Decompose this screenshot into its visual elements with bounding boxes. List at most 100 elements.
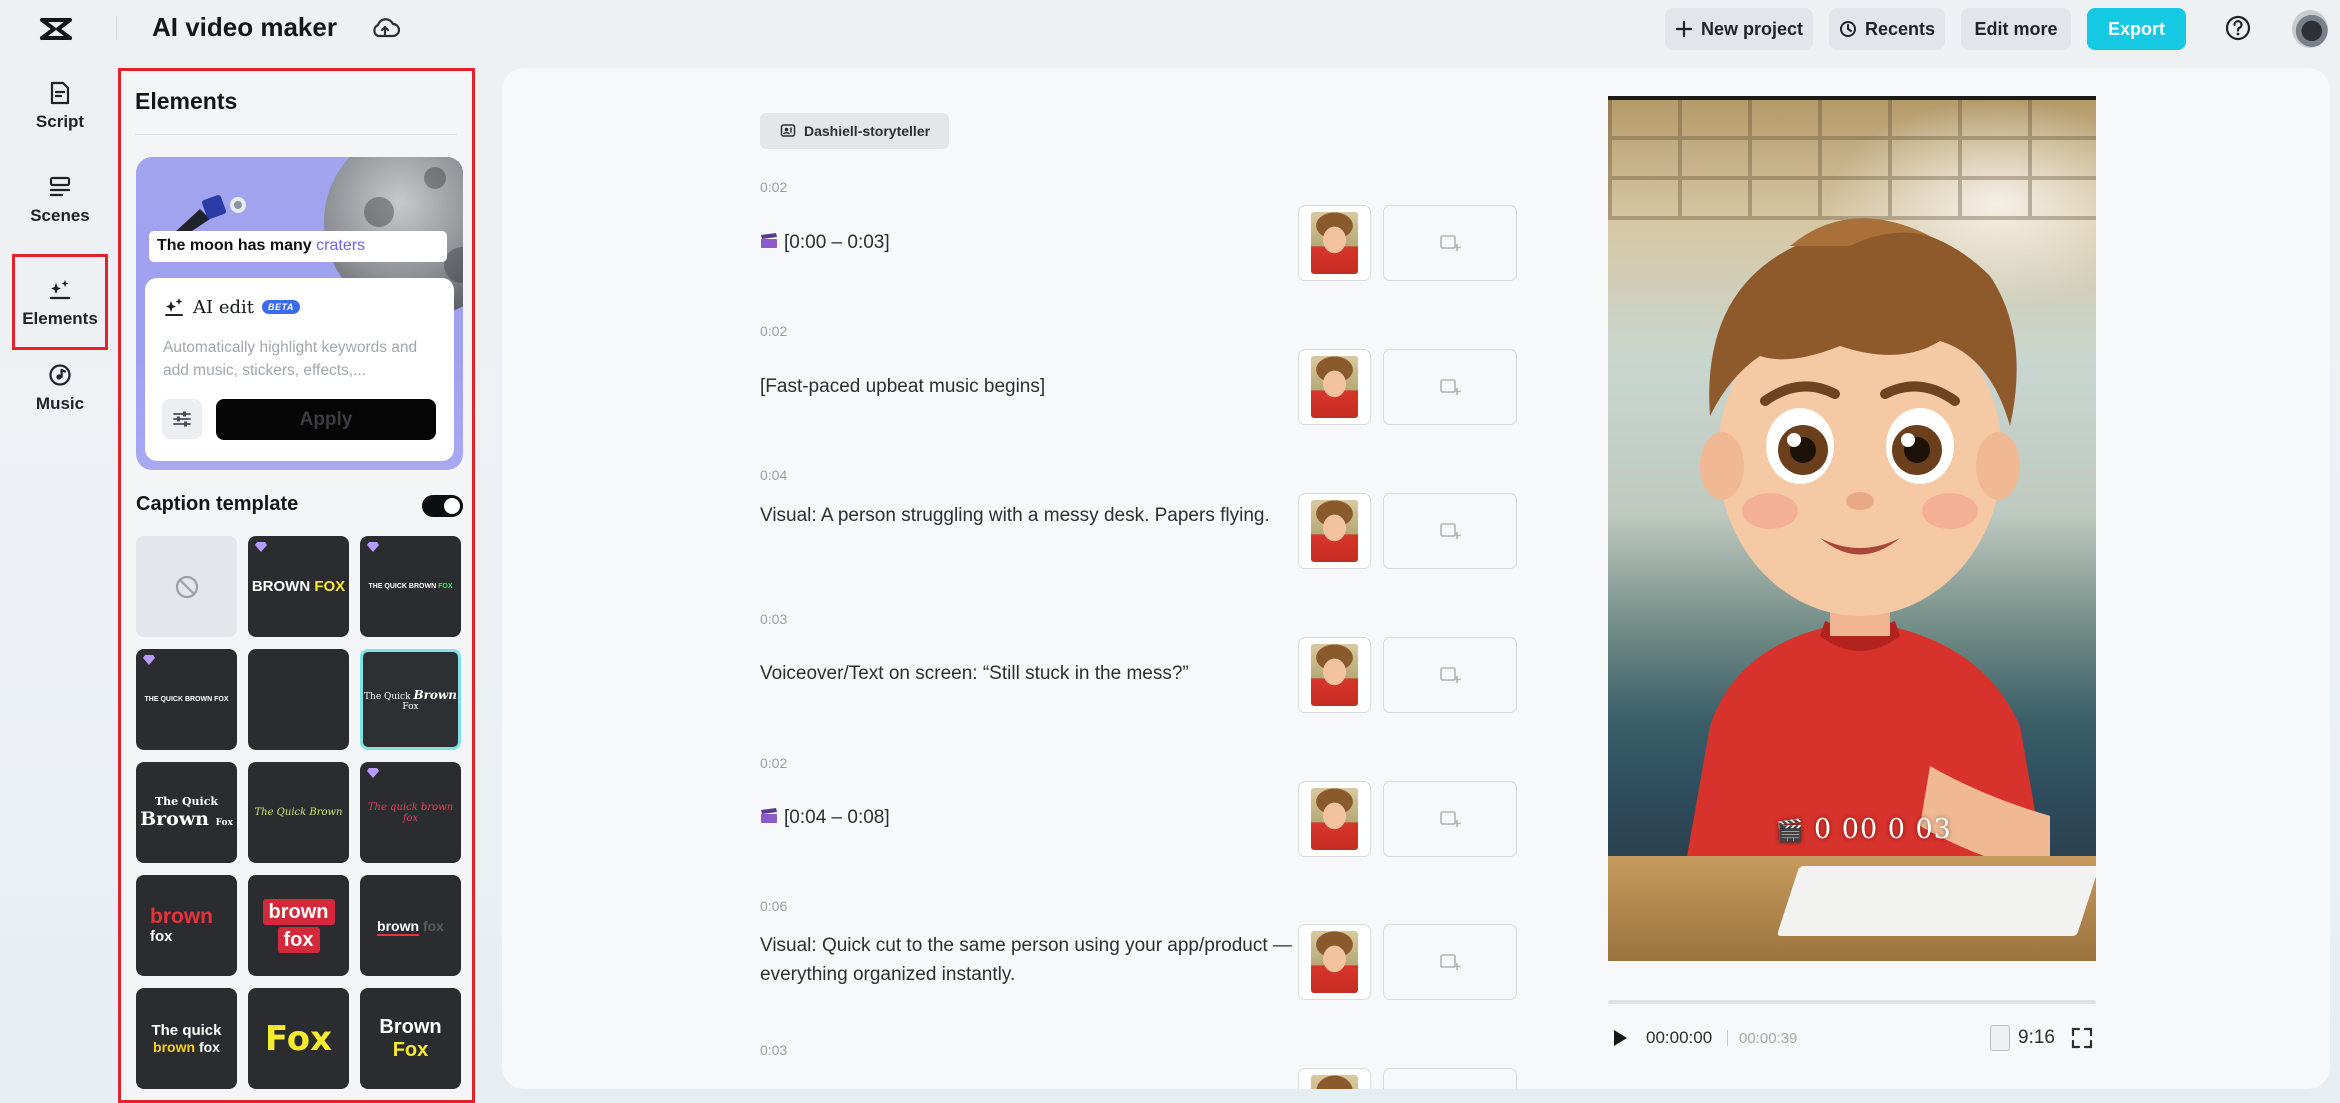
caption-template-item[interactable]: BROWN FOX <box>248 536 349 637</box>
aspect-ratio-icon[interactable] <box>1990 1025 2010 1051</box>
sidebar-item-scenes[interactable]: Scenes <box>12 174 108 264</box>
scene-thumbnail[interactable] <box>1298 1068 1371 1089</box>
new-project-label: New project <box>1700 18 1804 39</box>
edit-more-label: Edit more <box>1974 18 2058 39</box>
caption-template-item[interactable]: The Quick Brown Fox <box>136 762 237 863</box>
line-duration: 0:06 <box>760 898 788 914</box>
caption-template-item[interactable]: THE QUICK BROWN FOX <box>360 536 461 637</box>
ai-edit-settings-button[interactable] <box>162 399 202 439</box>
scene-thumbnail[interactable] <box>1298 924 1371 1000</box>
scene-thumbnail[interactable] <box>1298 493 1371 569</box>
caption-template-item-selected[interactable]: The Quick Brown Fox <box>360 649 461 750</box>
template-text: brown <box>262 898 335 925</box>
add-media-button[interactable] <box>1383 781 1517 857</box>
add-media-button[interactable] <box>1383 205 1517 281</box>
cloud-upload-icon[interactable] <box>370 14 400 44</box>
template-text: fox <box>277 926 320 953</box>
edit-more-button[interactable]: Edit more <box>1961 8 2071 50</box>
sidebar-item-script[interactable]: Script <box>12 80 108 170</box>
add-media-button[interactable] <box>1383 493 1517 569</box>
ai-edit-header: AI edit BETA <box>163 296 300 318</box>
scene-thumbnail[interactable] <box>1298 349 1371 425</box>
caption-template-item[interactable]: The quick brown fox <box>360 762 461 863</box>
template-text: BROWN FOX <box>251 578 346 595</box>
scene-thumbnail[interactable] <box>1298 637 1371 713</box>
line-duration: 0:02 <box>760 179 788 195</box>
premium-gem-icon <box>143 655 155 665</box>
add-media-button[interactable] <box>1383 1068 1517 1089</box>
caption-template-item[interactable]: Fox <box>248 988 349 1089</box>
add-media-button[interactable] <box>1383 349 1517 425</box>
script-line[interactable]: Voiceover/Text on screen: “Still stuck i… <box>760 659 1300 688</box>
caption-template-item[interactable]: The quick brown fox <box>136 988 237 1089</box>
add-media-icon <box>1440 667 1461 683</box>
template-text: fox <box>150 927 173 945</box>
caption-template-item[interactable]: brown fox <box>360 875 461 976</box>
topbar-divider <box>116 16 117 40</box>
seek-bar[interactable] <box>1608 1000 2096 1004</box>
capcut-logo-icon[interactable] <box>38 14 74 44</box>
sidebar-item-label: Elements <box>22 309 98 328</box>
aspect-ratio-label[interactable]: 9:16 <box>2018 1027 2055 1049</box>
scenes-icon <box>49 176 71 197</box>
export-label: Export <box>2107 18 2165 39</box>
caption-template-item[interactable] <box>248 649 349 750</box>
caption-template-item[interactable]: THE QUICK BROWN FOX <box>136 649 237 750</box>
template-text: The Quick Brown Fox <box>364 687 457 712</box>
sidebar-item-music[interactable]: Music <box>12 362 108 452</box>
caption-template-item[interactable]: The Quick Brown <box>248 762 349 863</box>
template-text: Fox <box>264 1018 333 1059</box>
caption-template-item[interactable]: brown fox <box>136 875 237 976</box>
caption-template-toggle[interactable] <box>422 495 463 517</box>
export-button[interactable]: Export <box>2087 8 2186 50</box>
add-media-icon <box>1440 954 1461 970</box>
video-preview[interactable]: 🎬 0 00 0 03 <box>1608 96 2096 961</box>
scene-thumbnail[interactable] <box>1298 205 1371 281</box>
template-text: The quick <box>151 1022 222 1039</box>
beta-badge: BETA <box>262 300 300 314</box>
new-project-button[interactable]: New project <box>1665 8 1813 50</box>
preview-paper <box>1776 866 2096 936</box>
panel-divider <box>135 134 457 135</box>
clapperboard-icon <box>761 808 777 823</box>
caption-template-item[interactable]: Brown Fox <box>360 988 461 1089</box>
template-text: The quick brown fox <box>367 801 454 824</box>
add-media-button[interactable] <box>1383 637 1517 713</box>
clapperboard-icon <box>761 233 777 248</box>
thumbnail-image <box>1311 212 1358 274</box>
sidebar-item-elements[interactable]: Elements <box>12 254 108 350</box>
panel-title: Elements <box>135 88 238 114</box>
script-line[interactable]: Visual: Quick cut to the same person usi… <box>760 931 1300 989</box>
recents-button[interactable]: Recents <box>1829 8 1945 50</box>
voice-selector[interactable]: Dashiell-storyteller <box>760 113 949 149</box>
script-line[interactable]: Visual: A person struggling with a messy… <box>760 501 1300 530</box>
caption-template-none[interactable] <box>136 536 237 637</box>
script-line-text: [0:00 – 0:03] <box>784 232 890 253</box>
premium-gem-icon <box>255 542 267 552</box>
help-icon[interactable] <box>2224 14 2252 42</box>
user-avatar[interactable] <box>2292 10 2328 48</box>
play-icon[interactable] <box>1609 1026 1631 1050</box>
template-text: THE QUICK BROWN FOX <box>144 696 229 703</box>
template-text: brown <box>150 904 213 928</box>
script-line[interactable]: [Fast-paced upbeat music begins] <box>760 372 1300 401</box>
template-text: brown fox <box>153 1039 220 1055</box>
script-line[interactable]: [0:00 – 0:03] <box>760 228 1300 257</box>
caption-template-item[interactable]: brown fox <box>248 875 349 976</box>
thumbnail-image <box>1311 788 1358 850</box>
scene-thumbnail[interactable] <box>1298 781 1371 857</box>
script-line[interactable]: [0:04 – 0:08] <box>760 803 1300 832</box>
add-media-icon <box>1440 523 1461 539</box>
astronaut-illustration <box>174 195 246 235</box>
sidebar-item-label: Script <box>35 112 85 131</box>
app-title: AI video maker <box>152 12 337 42</box>
ai-edit-label: AI edit <box>193 296 254 318</box>
apply-button[interactable]: Apply <box>216 399 436 440</box>
add-media-button[interactable] <box>1383 924 1517 1000</box>
template-text: THE QUICK BROWN FOX <box>368 583 453 590</box>
fullscreen-icon[interactable] <box>2070 1026 2094 1050</box>
template-text: Brown Fox <box>379 1015 442 1061</box>
time-separator <box>1727 1030 1728 1046</box>
premium-gem-icon <box>367 768 379 778</box>
thumbnail-image <box>1311 356 1358 418</box>
